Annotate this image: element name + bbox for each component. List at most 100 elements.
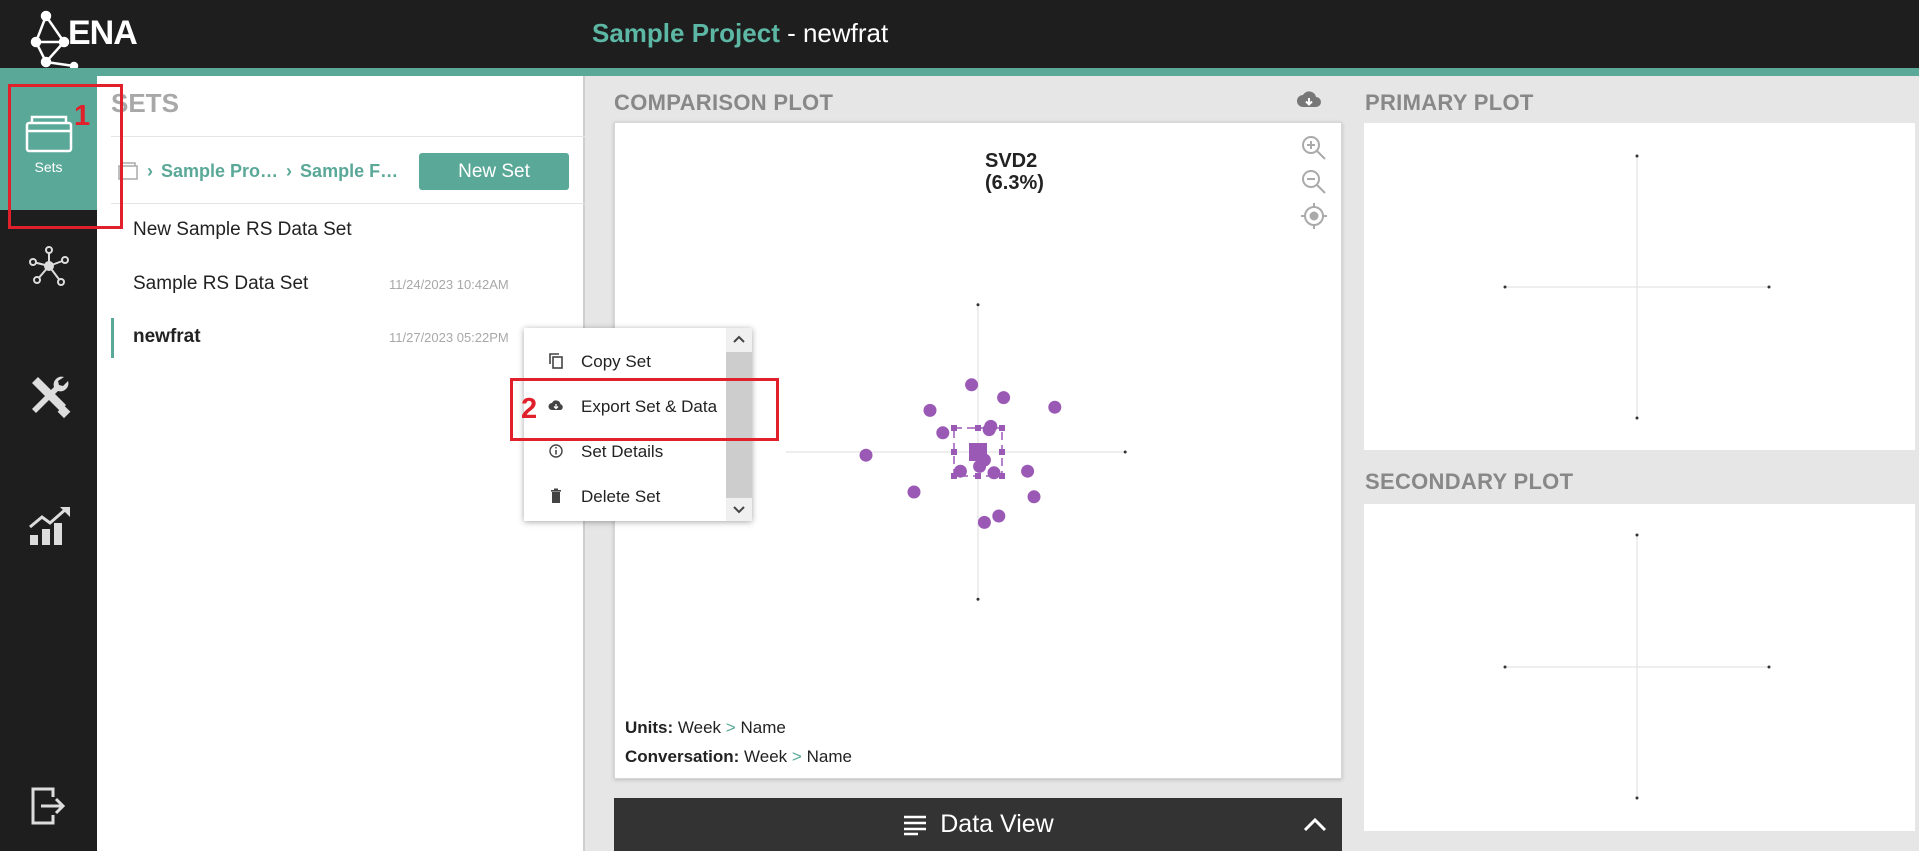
chevron-up-icon[interactable] xyxy=(1302,812,1328,838)
units-path-item: Name xyxy=(740,718,786,737)
set-date: 11/27/2023 05:22PM xyxy=(389,330,509,345)
confidence-box-handle xyxy=(999,425,1005,431)
breadcrumb-item-folder[interactable]: Sample F… xyxy=(300,161,398,182)
chart-icon xyxy=(28,507,70,545)
menu-item-label: Set Details xyxy=(581,442,664,461)
data-point xyxy=(859,448,873,462)
set-list-item[interactable]: Sample RS Data Set 11/24/2023 10:42AM xyxy=(111,265,585,305)
nav-network-button[interactable] xyxy=(0,231,97,301)
set-name: New Sample RS Data Set xyxy=(133,219,352,240)
page-title: Sample Project - newfrat xyxy=(592,18,888,49)
confidence-box-handle xyxy=(951,449,957,455)
units-label: Units: xyxy=(625,718,674,737)
group-mean-marker xyxy=(969,443,987,461)
nav-sets-button[interactable]: Sets xyxy=(0,76,97,210)
recenter-icon[interactable] xyxy=(1299,201,1329,231)
conversation-path: Conversation: Week > Name xyxy=(625,747,852,767)
set-list-item[interactable]: New Sample RS Data Set xyxy=(111,211,585,251)
nav-tools-button[interactable] xyxy=(0,346,97,446)
data-point xyxy=(1021,464,1035,478)
project-name: Sample Project xyxy=(592,18,780,48)
data-point xyxy=(907,485,921,499)
units-path-item: Week xyxy=(677,718,722,737)
primary-plot-axes xyxy=(1503,154,1771,420)
y-axis-label-name: SVD2 xyxy=(985,150,1038,172)
set-date: 11/24/2023 10:42AM xyxy=(389,277,509,292)
app-header: ENA Sample Project - newfrat xyxy=(0,0,1919,68)
y-axis-label: SVD2 (6.3%) xyxy=(985,150,1044,194)
confidence-box-handle xyxy=(951,425,957,431)
exit-icon xyxy=(31,787,65,825)
breadcrumb-item-project[interactable]: Sample Pro… xyxy=(161,161,278,182)
zoom-in-icon[interactable] xyxy=(1299,133,1329,163)
chevron-down-icon[interactable] xyxy=(726,499,752,521)
nav-sets-label: Sets xyxy=(34,159,63,175)
list-icon xyxy=(904,815,927,835)
data-point xyxy=(973,459,987,473)
data-point xyxy=(982,423,996,437)
cloud-download-icon xyxy=(548,400,563,410)
folder-breadcrumb-icon[interactable] xyxy=(117,161,139,181)
set-context-menu: Copy Set Export Set & Data Set Details D… xyxy=(524,328,752,521)
menu-item-set-details[interactable]: Set Details xyxy=(524,433,726,469)
sets-panel-title: SETS xyxy=(111,88,179,118)
confidence-box-handle xyxy=(975,473,981,479)
data-point xyxy=(923,403,937,417)
trash-icon xyxy=(551,488,561,503)
annotation-step-number: 2 xyxy=(521,393,538,425)
info-icon xyxy=(549,444,563,458)
zoom-out-icon[interactable] xyxy=(1299,167,1329,197)
path-separator: > xyxy=(791,747,802,766)
units-path: Units: Week > Name xyxy=(625,718,786,738)
axis-end-dot xyxy=(976,597,980,601)
data-point xyxy=(965,378,979,392)
menu-scrollbar[interactable] xyxy=(726,328,752,521)
left-nav-rail: Sets xyxy=(0,76,97,851)
copy-icon xyxy=(549,353,563,369)
menu-item-delete-set[interactable]: Delete Set xyxy=(524,478,726,514)
axis-end-dot xyxy=(976,303,980,307)
tools-icon xyxy=(31,376,70,419)
nav-results-button[interactable] xyxy=(0,476,97,576)
data-point xyxy=(997,391,1011,405)
divider xyxy=(111,203,585,204)
secondary-plot[interactable] xyxy=(1364,504,1915,831)
header-accent-stripe xyxy=(0,68,1919,76)
chevron-right-icon: › xyxy=(147,160,153,181)
conversation-path-item: Week xyxy=(744,747,788,766)
data-point xyxy=(987,466,1001,480)
set-name: newfrat xyxy=(133,326,201,347)
network-icon xyxy=(28,246,69,286)
logo-text: ENA xyxy=(68,14,138,52)
menu-item-export-set-data[interactable]: Export Set & Data xyxy=(524,388,726,424)
annotation-step-number: 1 xyxy=(74,100,91,132)
conversation-path-item: Name xyxy=(806,747,852,766)
secondary-plot-title: SECONDARY PLOT xyxy=(1365,469,1574,494)
chevron-up-icon[interactable] xyxy=(726,328,752,350)
conversation-label: Conversation: xyxy=(625,747,740,766)
menu-item-copy-set[interactable]: Copy Set xyxy=(524,343,726,379)
data-point xyxy=(1027,490,1041,504)
primary-plot-title: PRIMARY PLOT xyxy=(1365,90,1534,115)
data-view-toggle[interactable]: Data View xyxy=(614,798,1342,851)
menu-item-label: Export Set & Data xyxy=(581,397,718,416)
set-list-item-selected[interactable]: newfrat 11/27/2023 05:22PM xyxy=(111,318,585,358)
axis-end-dot xyxy=(1123,450,1127,454)
data-point xyxy=(953,464,967,478)
primary-plot[interactable] xyxy=(1364,123,1915,450)
cloud-download-icon[interactable] xyxy=(1296,89,1322,111)
data-point xyxy=(992,509,1006,523)
title-separator: - xyxy=(779,18,803,48)
confidence-box-handle xyxy=(999,449,1005,455)
comparison-plot-title: COMPARISON PLOT xyxy=(614,90,834,115)
set-name: Sample RS Data Set xyxy=(133,273,309,294)
sets-panel: SETS › Sample Pro… › Sample F… New Set N… xyxy=(97,76,585,851)
data-point xyxy=(936,426,950,440)
nav-exit-button[interactable] xyxy=(0,761,97,851)
confidence-box-handle xyxy=(975,425,981,431)
new-set-button[interactable]: New Set xyxy=(419,153,569,190)
scrollbar-thumb[interactable] xyxy=(726,352,752,498)
secondary-plot-axes xyxy=(1503,533,1771,800)
current-set-name: newfrat xyxy=(802,18,889,48)
data-view-label: Data View xyxy=(940,810,1054,838)
